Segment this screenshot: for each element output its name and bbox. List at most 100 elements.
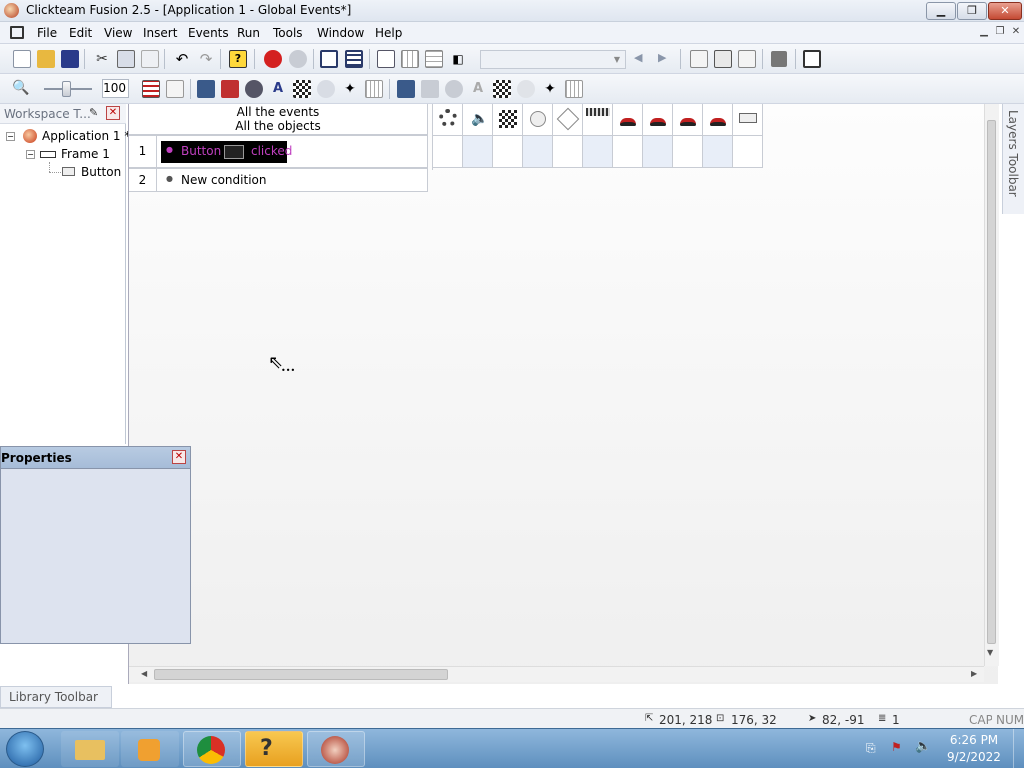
taskbar-help[interactable]: ?	[245, 731, 303, 767]
create-objects-icon[interactable]	[553, 104, 583, 136]
filter-system-icon[interactable]	[197, 80, 215, 98]
zoom-slider-thumb[interactable]	[62, 81, 71, 97]
special-conditions-icon[interactable]	[433, 104, 463, 136]
prev-frame-icon[interactable]: ◀	[634, 51, 642, 64]
scroll-left-icon[interactable]: ◀	[141, 669, 147, 678]
vertical-scroll-thumb[interactable]	[987, 120, 996, 644]
new-condition-label[interactable]: New condition	[181, 173, 266, 187]
copy-icon[interactable]	[117, 50, 135, 68]
new-condition-row[interactable]: ● New condition	[156, 168, 428, 192]
filter-mouse-icon[interactable]: ✦	[341, 80, 359, 98]
filter-timer-icon[interactable]	[317, 80, 335, 98]
player-3-icon[interactable]	[673, 104, 703, 136]
filter2-system-icon[interactable]	[397, 80, 415, 98]
app-icon[interactable]	[4, 3, 19, 18]
insert-frame-icon[interactable]	[690, 50, 708, 68]
taskbar-clickteam[interactable]	[307, 731, 365, 767]
menu-edit[interactable]: Edit	[69, 26, 92, 40]
frame-view-icon[interactable]	[738, 50, 756, 68]
menu-window[interactable]: Window	[317, 26, 364, 40]
comment-icon[interactable]	[142, 80, 160, 98]
filter2-grid-icon[interactable]	[565, 80, 583, 98]
clock-time[interactable]: 6:26 PM	[944, 733, 1004, 747]
close-icon[interactable]: ✕	[172, 450, 186, 464]
event-number[interactable]: 2	[129, 168, 157, 192]
filter-sound-icon[interactable]	[221, 80, 239, 98]
taskbar-explorer[interactable]	[61, 731, 119, 767]
menu-view[interactable]: View	[104, 26, 132, 40]
pin-icon[interactable]: ✎	[89, 106, 98, 119]
mdi-close-button[interactable]: ✕	[1008, 25, 1024, 40]
list-editor-icon[interactable]	[320, 50, 338, 68]
run-frame-icon[interactable]	[803, 50, 821, 68]
grid-icon[interactable]	[401, 50, 419, 68]
chevron-down-icon[interactable]: ▼	[611, 52, 623, 67]
action-center-icon[interactable]: ⚑	[891, 740, 902, 754]
player-2-icon[interactable]	[643, 104, 673, 136]
clock-date[interactable]: 9/2/2022	[944, 750, 1004, 764]
frame-editor-icon[interactable]	[377, 50, 395, 68]
filter2-timer-icon[interactable]	[517, 80, 535, 98]
help-icon[interactable]: ?	[229, 50, 247, 68]
restore-button[interactable]: ❐	[957, 2, 987, 20]
sound-icon[interactable]: 🔈	[463, 104, 493, 136]
mdi-minimize-button[interactable]: ▁	[976, 25, 992, 40]
minimize-button[interactable]: ▁	[926, 2, 956, 20]
storyboard-icon[interactable]	[493, 104, 523, 136]
zoom-input[interactable]: 100	[102, 79, 129, 98]
filter2-race-icon[interactable]	[493, 80, 511, 98]
zoom-icon[interactable]: 🔍	[12, 80, 29, 96]
volume-icon[interactable]: 🔈	[915, 739, 931, 754]
frame-list-icon[interactable]	[714, 50, 732, 68]
start-button[interactable]	[6, 731, 44, 767]
rows-icon[interactable]	[425, 50, 443, 68]
event-number[interactable]: 1	[129, 135, 157, 168]
filter-text-icon[interactable]: A	[269, 80, 287, 98]
filter2-mouse-icon[interactable]: ✦	[541, 80, 559, 98]
network-icon[interactable]: ⎘	[866, 741, 876, 756]
event-editor-icon[interactable]	[345, 50, 363, 68]
paste-icon[interactable]	[141, 50, 159, 68]
player-1-icon[interactable]	[613, 104, 643, 136]
new-icon[interactable]	[13, 50, 31, 68]
filter-storyboard-icon[interactable]	[245, 80, 263, 98]
layers-toolbar-tab[interactable]: Layers Toolbar	[1002, 104, 1024, 214]
keyboard-mouse-icon[interactable]	[583, 104, 613, 136]
menu-insert[interactable]: Insert	[143, 26, 177, 40]
menu-run[interactable]: Run	[237, 26, 260, 40]
close-button[interactable]: ✕	[988, 2, 1022, 20]
menu-events[interactable]: Events	[188, 26, 229, 40]
scroll-down-icon[interactable]: ▼	[987, 648, 993, 657]
menu-file[interactable]: File	[37, 26, 57, 40]
filter-race-icon[interactable]	[293, 80, 311, 98]
filter2-storyboard-icon[interactable]	[445, 80, 463, 98]
close-icon[interactable]: ✕	[106, 106, 120, 120]
shape-icon[interactable]: ◧	[449, 50, 467, 68]
back-icon[interactable]	[264, 50, 282, 68]
button-object-icon[interactable]	[733, 104, 763, 136]
player-4-icon[interactable]	[703, 104, 733, 136]
horizontal-scroll-thumb[interactable]	[154, 669, 448, 680]
undo-icon[interactable]: ↶	[173, 50, 191, 68]
filter-grid-icon[interactable]	[365, 80, 383, 98]
next-frame-icon[interactable]: ▶	[658, 51, 666, 64]
show-desktop-button[interactable]	[1013, 729, 1024, 769]
collapse-icon[interactable]: −	[6, 132, 15, 141]
tree-item-application[interactable]: Application 1 *	[42, 129, 130, 143]
redo-icon[interactable]: ↷	[197, 50, 215, 68]
timer-icon[interactable]	[523, 104, 553, 136]
stop-icon[interactable]	[771, 51, 787, 67]
horizontal-scrollbar[interactable]: ◀ ▶	[129, 666, 984, 682]
scroll-right-icon[interactable]: ▶	[971, 669, 977, 678]
vertical-scrollbar[interactable]: ▼	[984, 104, 999, 666]
forward-icon[interactable]	[289, 50, 307, 68]
document-menu-icon[interactable]	[10, 26, 24, 39]
menu-help[interactable]: Help	[375, 26, 402, 40]
cut-icon[interactable]: ✂	[93, 50, 111, 68]
tree-item-frame[interactable]: Frame 1	[61, 147, 110, 161]
filter2-text-icon[interactable]: A	[469, 80, 487, 98]
properties-header[interactable]: Properties ✕	[1, 447, 190, 469]
filter2-sound-icon[interactable]	[421, 80, 439, 98]
menu-tools[interactable]: Tools	[273, 26, 303, 40]
frame-select[interactable]: ▼	[480, 50, 626, 69]
